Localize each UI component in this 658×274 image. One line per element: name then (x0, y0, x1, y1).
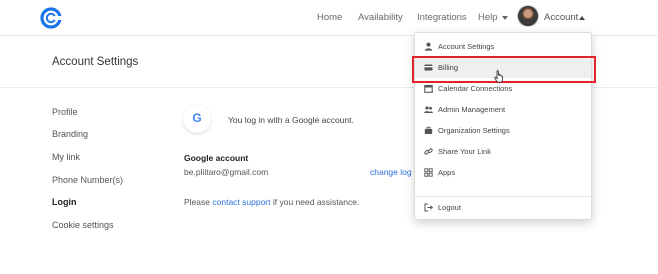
assist-suffix: if you need assistance. (272, 197, 360, 207)
sidebar-item-my-link[interactable]: My link (52, 152, 80, 162)
change-login-link[interactable]: change log (370, 167, 412, 177)
google-badge: G (183, 105, 211, 133)
calendly-logo-icon[interactable] (40, 7, 62, 29)
menu-item-logout[interactable]: Logout (415, 198, 591, 218)
sidebar-item-branding[interactable]: Branding (52, 129, 88, 139)
nav-home-link[interactable]: Home (317, 12, 342, 23)
nav-integrations-link[interactable]: Integrations (417, 12, 467, 23)
menu-item-organization-settings[interactable]: Organization Settings (415, 121, 591, 141)
avatar[interactable] (517, 5, 539, 27)
contact-support-link[interactable]: contact support (212, 197, 270, 207)
google-icon: G (192, 111, 202, 125)
sidebar-item-phone-numbers[interactable]: Phone Number(s) (52, 175, 123, 185)
logout-icon (424, 203, 433, 212)
nav-availability-link[interactable]: Availability (358, 12, 403, 23)
account-caret-up-icon (579, 16, 585, 20)
menu-item-apps[interactable]: Apps (415, 163, 591, 183)
menu-item-share-your-link[interactable]: Share Your Link (415, 142, 591, 162)
assistance-text: Please contact support if you need assis… (184, 197, 359, 207)
apps-grid-icon (424, 168, 433, 177)
page-title: Account Settings (52, 56, 139, 68)
top-navigation-bar: Home Availability Integrations Help Acco… (0, 0, 658, 36)
menu-item-label: Logout (438, 203, 461, 212)
menu-item-label: Calendar Connections (438, 84, 513, 93)
menu-item-label: Admin Management (438, 105, 506, 114)
person-icon (424, 42, 433, 51)
sidebar-item-login[interactable]: Login (52, 197, 77, 207)
menu-item-account-settings[interactable]: Account Settings (415, 37, 591, 57)
hand-pointer-cursor-icon (494, 70, 503, 83)
users-icon (424, 106, 433, 113)
google-account-email: be.pliitaro@gmail.com (184, 167, 269, 177)
help-caret-icon (502, 16, 508, 20)
nav-help-link[interactable]: Help (478, 12, 498, 23)
link-icon (424, 148, 433, 155)
briefcase-icon (424, 126, 433, 134)
account-menu-button[interactable]: Account (544, 12, 578, 23)
menu-item-label: Account Settings (438, 42, 495, 51)
sidebar-item-cookie-settings[interactable]: Cookie settings (52, 220, 114, 230)
google-login-message: You log in with a Google account. (228, 115, 354, 125)
sidebar-item-profile[interactable]: Profile (52, 107, 78, 117)
menu-item-label: Organization Settings (438, 126, 510, 135)
menu-item-admin-management[interactable]: Admin Management (415, 100, 591, 120)
google-account-heading: Google account (184, 153, 249, 163)
menu-divider (415, 196, 591, 197)
menu-item-label: Apps (438, 168, 456, 177)
menu-item-label: Share Your Link (438, 147, 491, 156)
calendar-icon (424, 84, 433, 93)
assist-prefix: Please (184, 197, 210, 207)
